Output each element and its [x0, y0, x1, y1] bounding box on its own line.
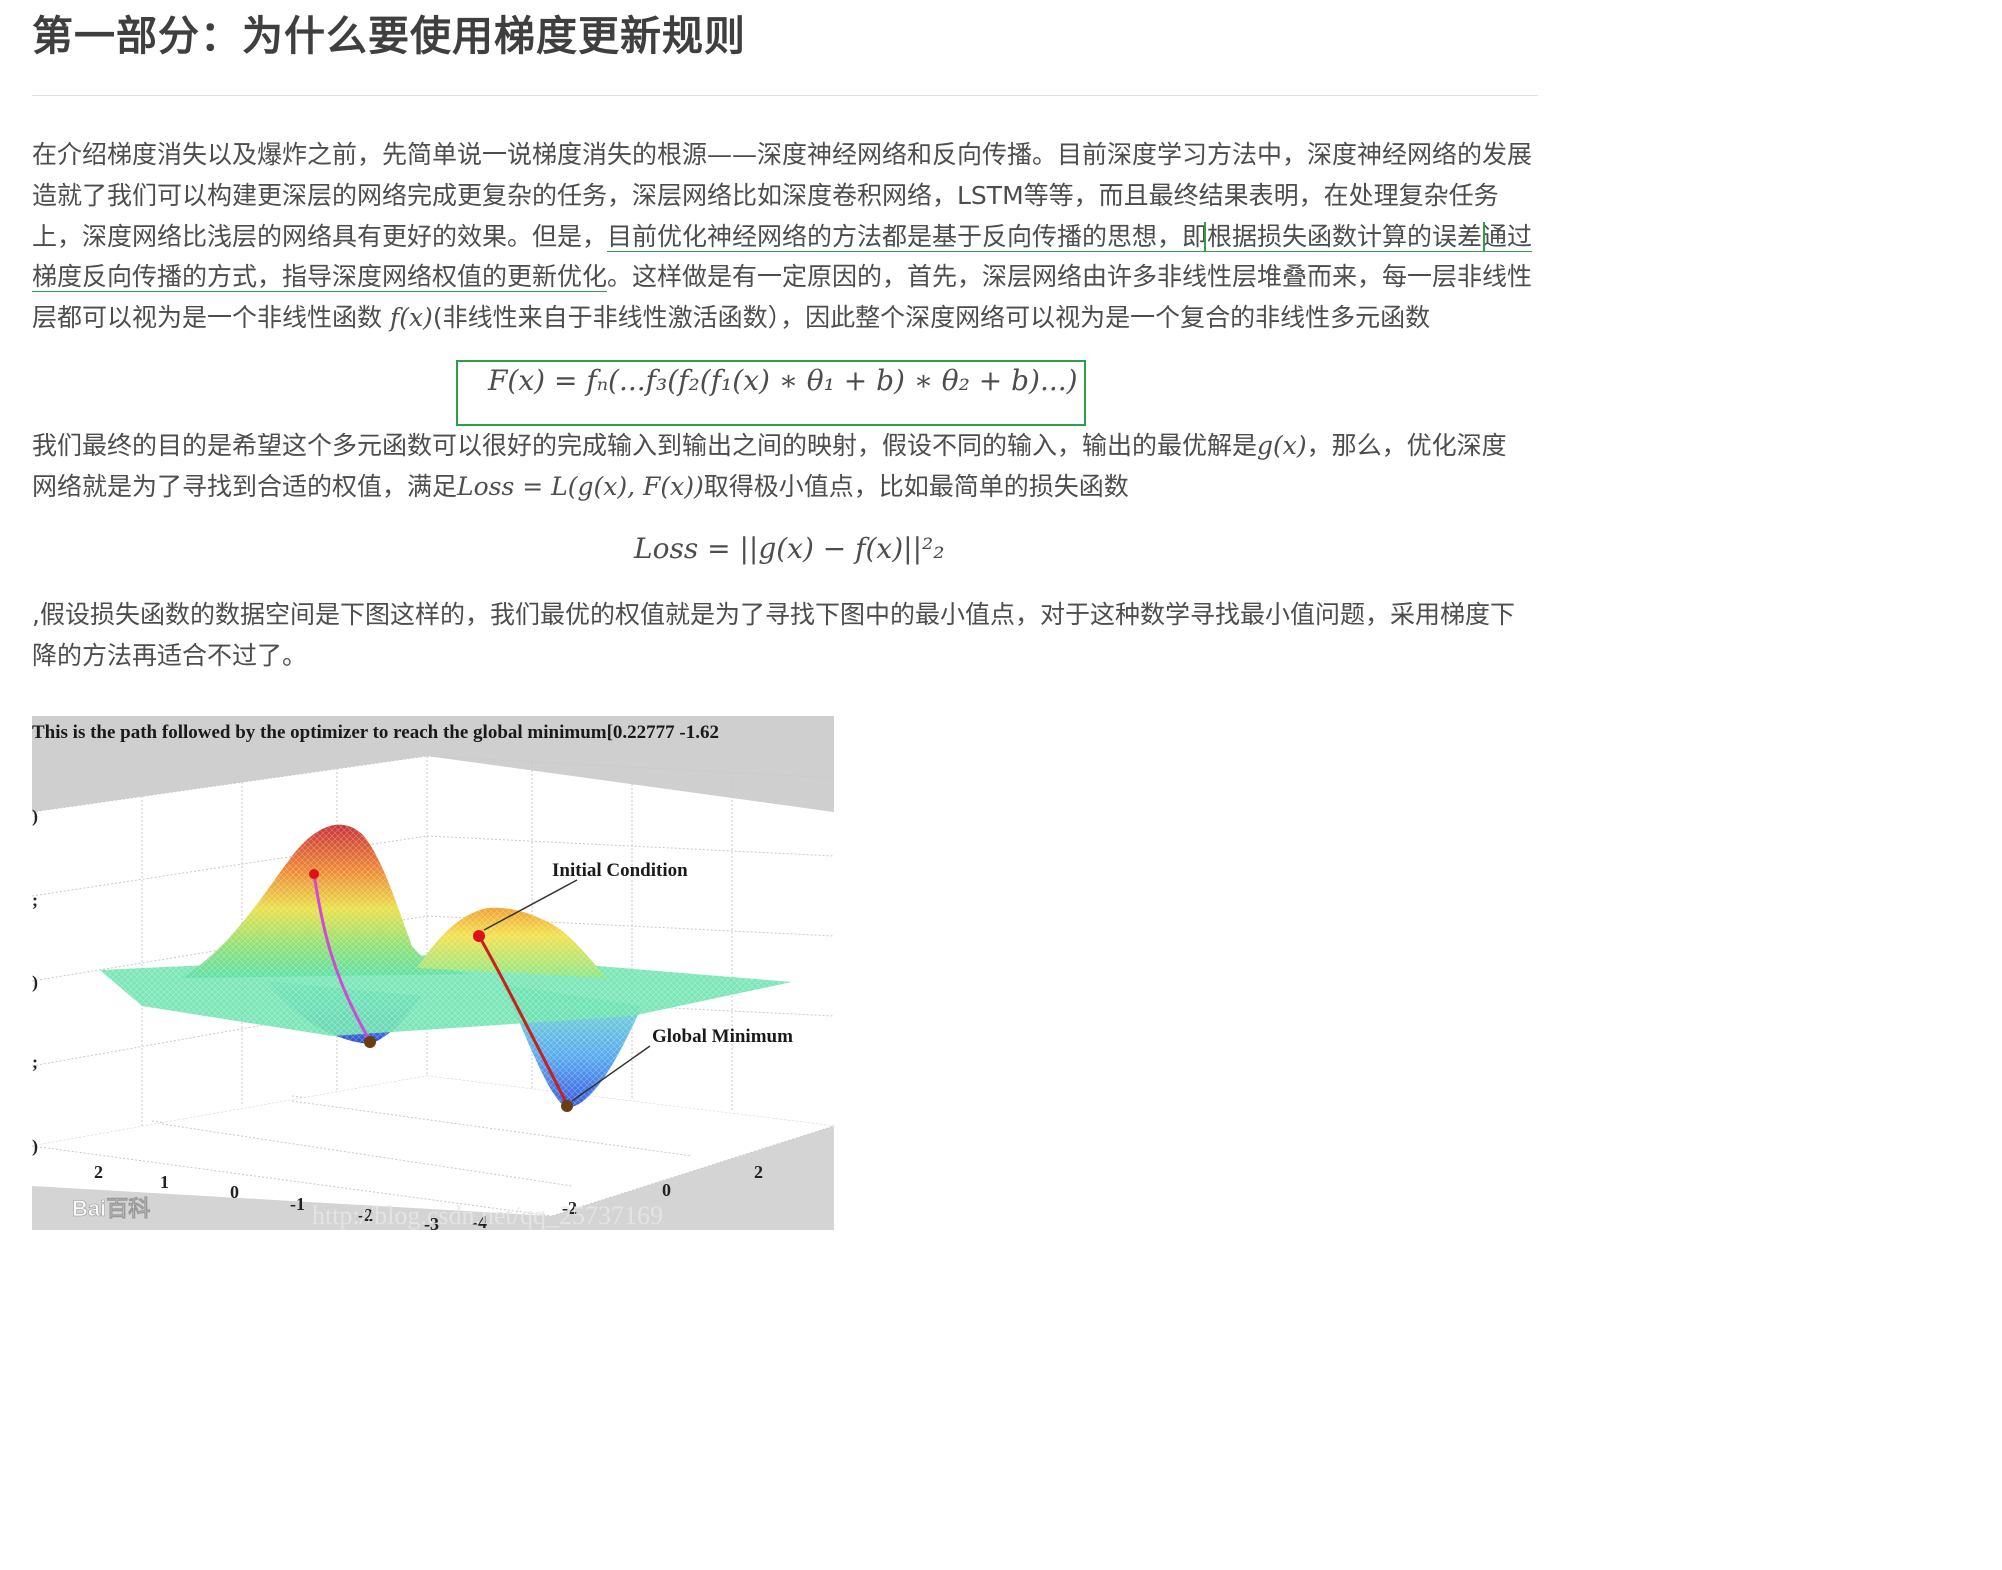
figure-title: This is the path followed by the optimiz…: [32, 722, 719, 743]
svg-text:): ): [32, 972, 38, 993]
start-point-1: [309, 869, 319, 879]
loss-formula: Loss = ||g(x) − f(x)||²₂: [634, 532, 945, 565]
initial-condition-label: Initial Condition: [552, 860, 688, 881]
para1-line3: 上，深度网络比浅层的网络具有更好的效果。但是，目前优化神经网络的方法都是基于反向…: [32, 222, 1533, 252]
y-tick-0: 0: [662, 1180, 671, 1200]
composite-function-formula: F(x) = fₙ(...f₃(f₂(f₁(x) ∗ θ₁ + b) ∗ θ₂ …: [488, 364, 1078, 397]
x-tick-2: 2: [94, 1162, 103, 1182]
para1-line4: 梯度反向传播的方式，指导深度网络权值的更新优化。这样做是有一定原因的，首先，深层…: [32, 262, 1533, 292]
baidu-watermark: Bai百科: [72, 1196, 150, 1221]
para2-line1: 我们最终的目的是希望这个多元函数可以很好的完成输入到输出之间的映射，假设不同的输…: [32, 431, 1507, 460]
para1-line2: 造就了我们可以构建更深层的网络完成更复杂的任务，深层网络比如深度卷积网络，LST…: [32, 181, 1499, 210]
para1-line5: 层都可以视为是一个非线性函数 f(x)(非线性来自于非线性激活函数），因此整个深…: [32, 303, 1431, 332]
y-tick-2: 2: [754, 1162, 763, 1182]
x-tick-neg1: -1: [290, 1194, 305, 1214]
para3-line1: ,假设损失函数的数据空间是下图这样的，我们最优的权值就是为了寻找下图中的最小值点…: [32, 600, 1515, 629]
svg-text:): ): [32, 806, 38, 827]
para2-line2: 网络就是为了寻找到合适的权值，满足Loss = L(g(x), F(x))取得极…: [32, 472, 1129, 501]
highlight-box-error: 根据损失函数计算的误差: [1204, 222, 1486, 252]
math-fx: f(x): [389, 303, 433, 332]
highlight-underline-3: 梯度反向传播的方式，指导深度网络权值的更新优化: [32, 262, 608, 292]
loss-surface-figure: This is the path followed by the optimiz…: [32, 716, 834, 1230]
svg-text:;: ;: [32, 1052, 38, 1072]
heading-divider: [32, 95, 1538, 96]
para3-line2: 降的方法再适合不过了。: [32, 641, 308, 670]
svg-text:;: ;: [32, 890, 38, 910]
x-tick-0: 0: [230, 1182, 239, 1202]
x-tick-1: 1: [160, 1172, 169, 1192]
highlight-underline-2: 通过: [1482, 222, 1533, 252]
global-minimum-label: Global Minimum: [652, 1026, 793, 1047]
para1-line1: 在介绍梯度消失以及爆炸之前，先简单说一说梯度消失的根源——深度神经网络和反向传播…: [32, 140, 1533, 169]
initial-condition-marker: [473, 930, 485, 942]
math-gx: g(x): [1257, 431, 1307, 460]
section-heading: 第一部分：为什么要使用梯度更新规则: [32, 12, 746, 60]
svg-text:): ): [32, 1136, 38, 1157]
csdn-watermark: http://blog.csdn.net/qq_25737169: [312, 1201, 663, 1230]
end-point-1: [364, 1036, 376, 1048]
math-loss-def: Loss = L(g(x), F(x)): [457, 472, 704, 501]
global-minimum-marker: [561, 1100, 573, 1112]
highlight-underline-1: 目前优化神经网络的方法都是基于反向传播的思想，即: [607, 222, 1208, 252]
